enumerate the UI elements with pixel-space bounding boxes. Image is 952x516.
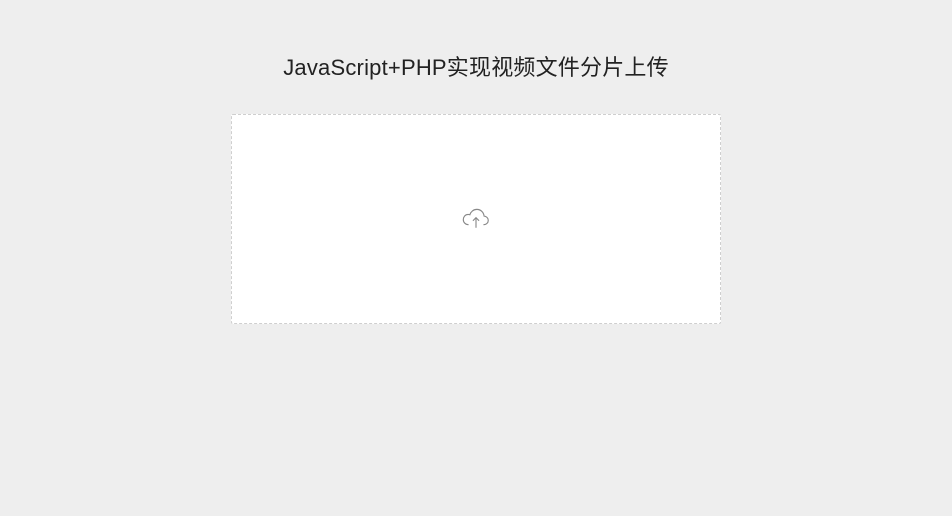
cloud-upload-icon [461, 204, 491, 234]
file-upload-dropzone[interactable] [231, 114, 721, 324]
page-title: JavaScript+PHP实现视频文件分片上传 [283, 50, 669, 82]
page-container: JavaScript+PHP实现视频文件分片上传 [0, 0, 952, 324]
